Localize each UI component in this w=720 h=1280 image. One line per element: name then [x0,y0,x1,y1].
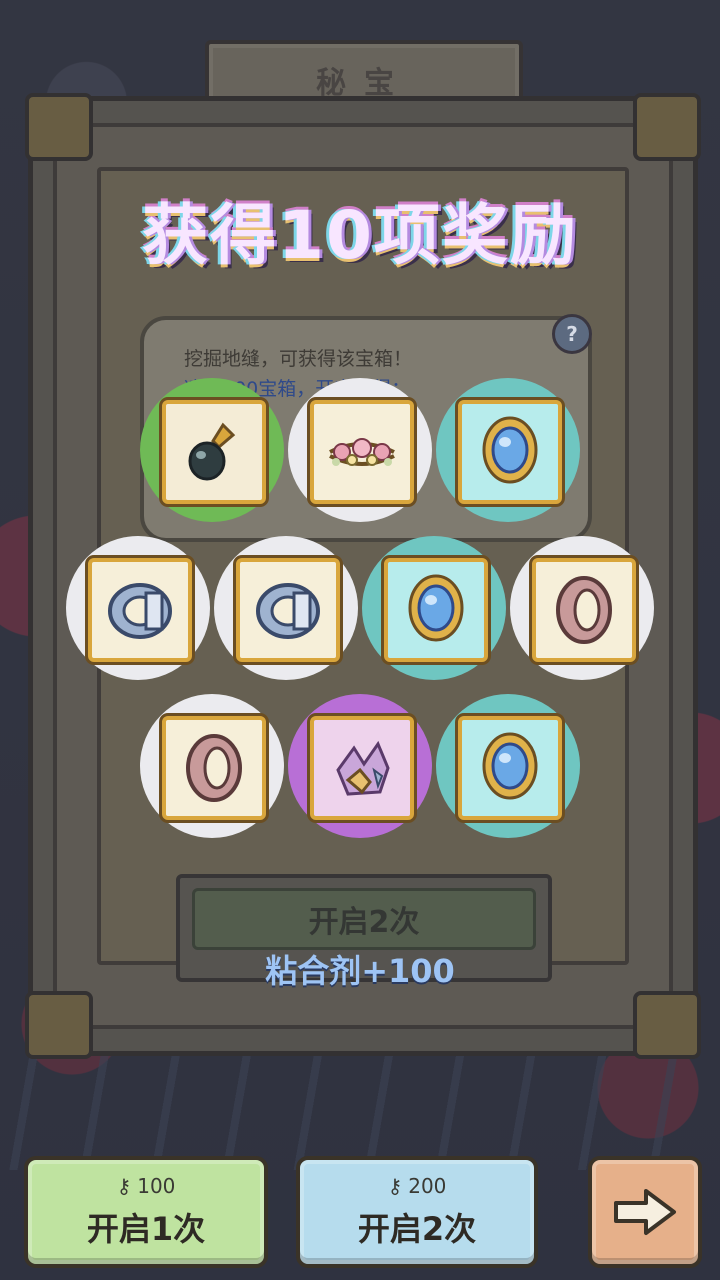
sapphire-brooch-icon [408,574,464,642]
open-twice-label: 开启2次 [357,1210,477,1248]
reward-item[interactable] [140,694,284,838]
reward-card [88,558,192,662]
crystal-cluster-icon [336,740,390,796]
reward-card [458,716,562,820]
next-button[interactable] [588,1156,702,1268]
reward-card [384,558,488,662]
silver-ring-icon [256,583,320,639]
open-once-cost: ⚷ 100 [28,1174,264,1198]
open-once-button[interactable]: ⚷ 100 开启1次 [24,1156,268,1268]
reward-item[interactable] [140,378,284,522]
tooltip-line1: 挖掘地缝，可获得该宝箱！ [184,348,413,370]
reward-card [162,400,266,504]
reward-item[interactable] [288,378,432,522]
open-twice-cost: ⚷ 200 [300,1174,534,1198]
reward-card [162,716,266,820]
open-twice-button[interactable]: ⚷ 200 开启2次 [296,1156,538,1268]
silver-ring-icon [108,583,172,639]
reward-item[interactable] [214,536,358,680]
sapphire-brooch-icon [482,416,538,484]
reward-card [532,558,636,662]
stone-ring-icon [186,734,242,802]
reward-card [310,400,414,504]
glue-reward-text: 粘合剂+100 [265,952,455,990]
flower-crown-icon [329,438,395,466]
help-icon[interactable]: ? [552,314,592,354]
arrow-right-icon [614,1189,676,1235]
reward-card [310,716,414,820]
reward-item[interactable] [436,378,580,522]
reward-title: 获得10项奖励 [142,197,578,274]
reward-item[interactable] [66,536,210,680]
reward-item[interactable] [436,694,580,838]
sapphire-brooch-icon [482,732,538,800]
reward-card [236,558,340,662]
open-twice-cost-value: 200 [408,1174,447,1198]
reward-item[interactable] [362,536,506,680]
open-once-cost-value: 100 [137,1174,176,1198]
key-icon: ⚷ [116,1174,132,1198]
reward-item[interactable] [288,694,432,838]
reward-card [458,400,562,504]
open-once-label: 开启1次 [86,1210,206,1248]
key-icon: ⚷ [387,1174,403,1198]
stone-ring-icon [556,576,612,644]
black-pearl-pendant-icon [188,422,236,481]
reward-item[interactable] [510,536,654,680]
